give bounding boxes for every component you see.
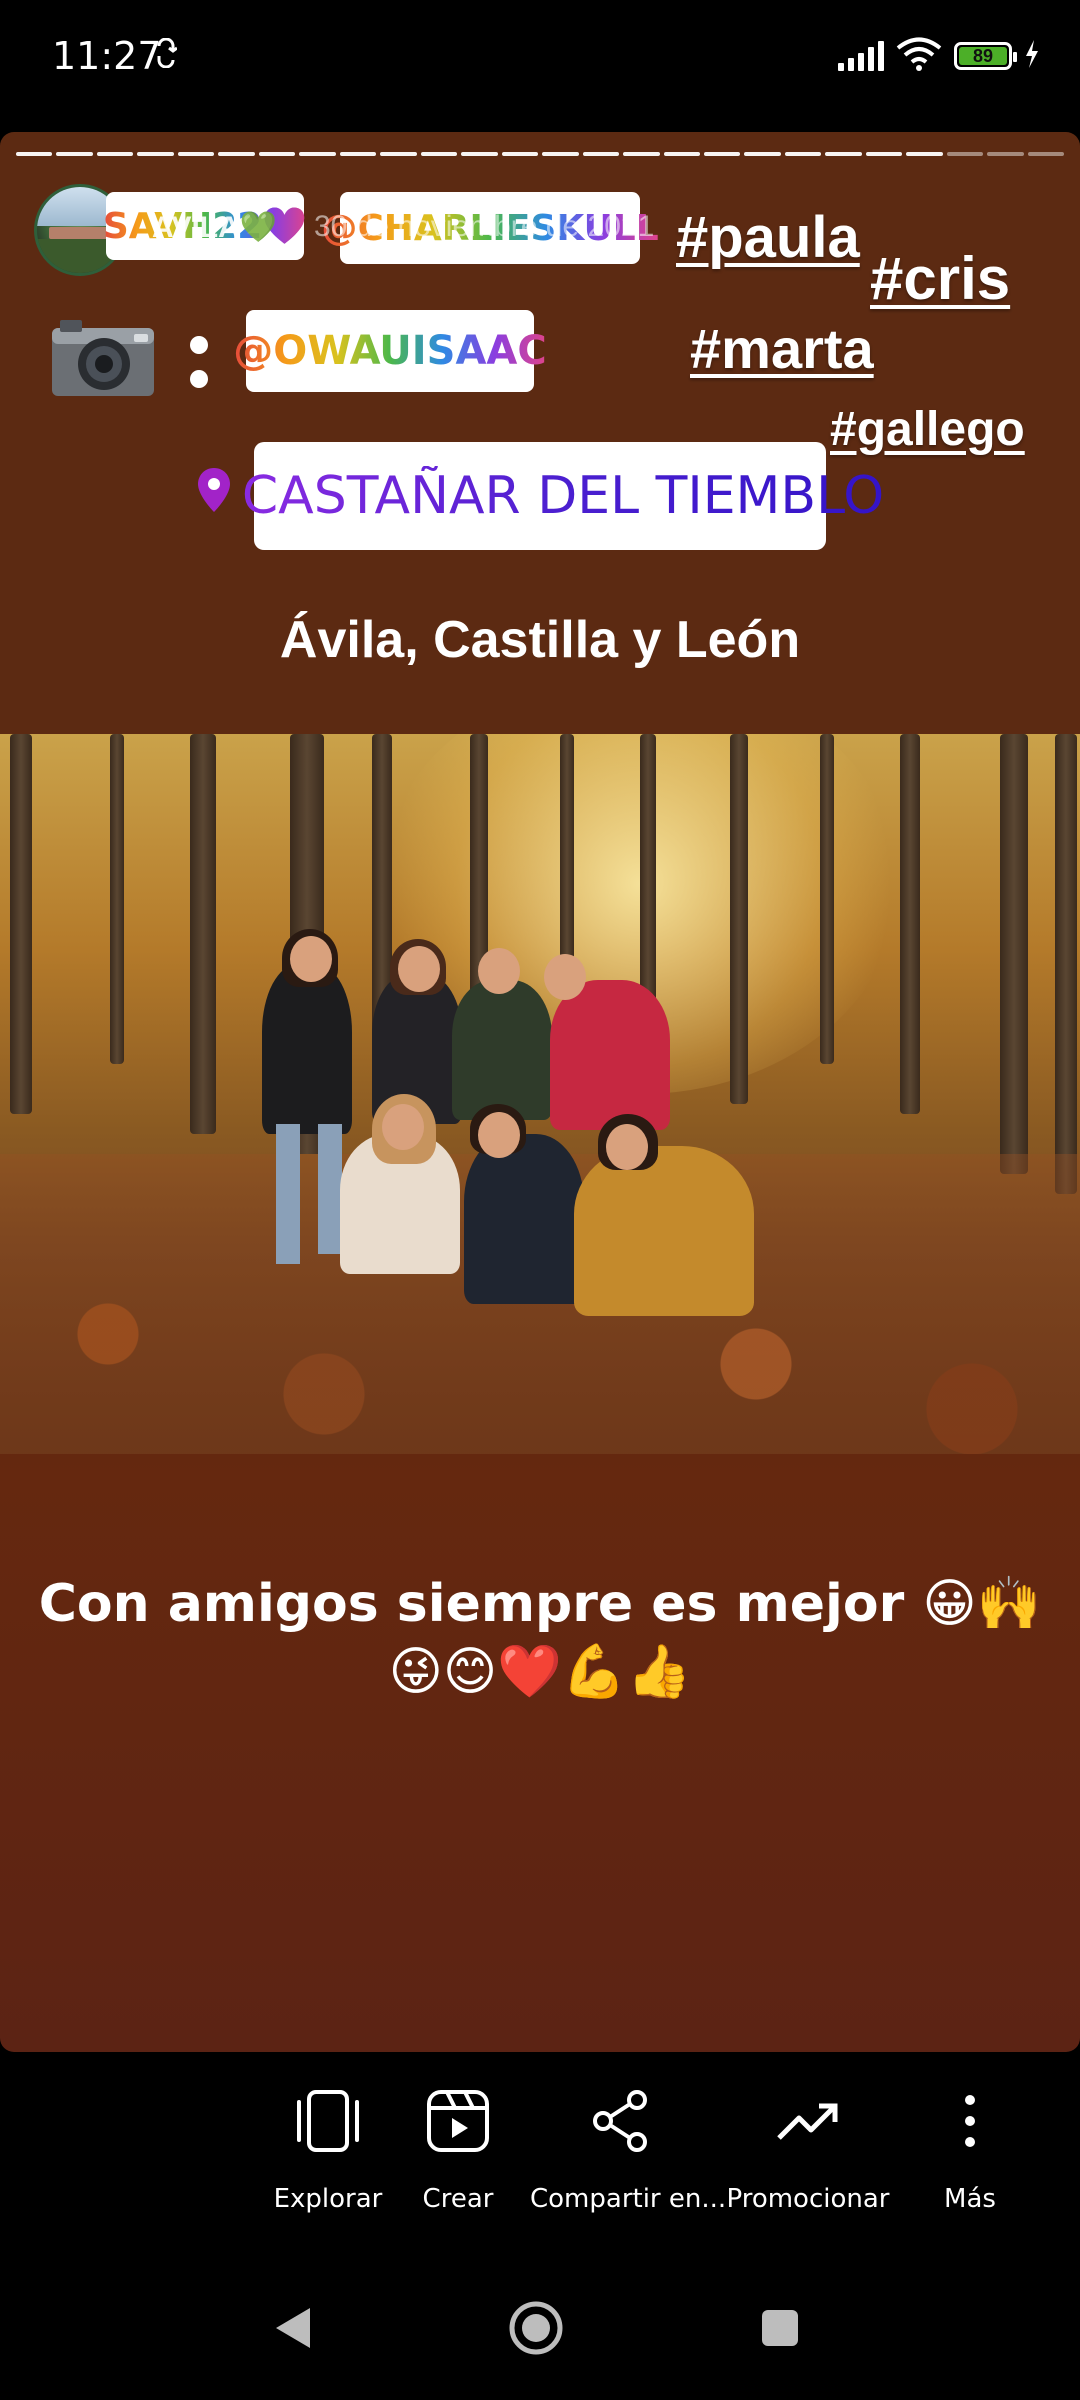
caption-line-1: Con amigos siempre es mejor 😀🙌: [38, 1574, 1042, 1634]
story-card[interactable]: SAVH22💚 @CHARLIESKULL AVILA💚 30 de novie…: [0, 132, 1080, 2052]
progress-segment: [218, 152, 255, 156]
explore-label: Explorar: [273, 2184, 383, 2214]
progress-segment: [744, 152, 781, 156]
mention-sticker-owau[interactable]: @OWAUISAAC: [233, 310, 547, 392]
story-action-bar: Explorar Crear Compartir en... Promocion…: [0, 2052, 1080, 2252]
system-nav-bar: [0, 2252, 1080, 2400]
story-progress-bar: [16, 152, 1065, 156]
story-caption: Con amigos siempre es mejor 😀🙌 😜😊❤️💪👍: [0, 1570, 1080, 1706]
camera-icon: [48, 316, 158, 400]
progress-segment: [137, 152, 174, 156]
progress-segment: [461, 152, 498, 156]
hashtag-marta[interactable]: #marta: [690, 316, 874, 381]
more-label: Más: [944, 2184, 996, 2214]
hashtag-gallego[interactable]: #gallego: [830, 402, 1025, 457]
progress-segment: [380, 152, 417, 156]
place-title: Ávila, Castilla y León: [279, 611, 801, 669]
location-sticker[interactable]: CASTAÑAR DEL TIEMBLO: [197, 442, 884, 550]
progress-segment: [56, 152, 93, 156]
progress-segment: [16, 152, 53, 156]
more-vertical-icon: [965, 2095, 975, 2147]
progress-segment: [420, 152, 458, 156]
progress-segment: [501, 152, 539, 156]
promote-label: Promocionar: [726, 2184, 890, 2214]
wifi-icon: [896, 37, 942, 76]
signal-icon: [838, 41, 884, 71]
story-username[interactable]: AVILA💚: [152, 210, 277, 245]
progress-segment: [623, 152, 660, 156]
back-icon[interactable]: [270, 2304, 314, 2357]
create-button[interactable]: Crear: [408, 2088, 508, 2214]
progress-segment: [987, 152, 1024, 156]
promote-button[interactable]: Promocionar: [724, 2088, 892, 2214]
progress-segment: [1027, 152, 1065, 156]
battery-icon: 89: [954, 42, 1017, 70]
charging-icon: [1024, 39, 1040, 73]
reel-icon: [427, 2090, 489, 2152]
progress-segment: [258, 152, 296, 156]
trending-icon: [777, 2103, 838, 2140]
explore-button[interactable]: Explorar: [268, 2088, 388, 2214]
progress-segment: [784, 152, 822, 156]
progress-segment: [946, 152, 984, 156]
progress-segment: [582, 152, 620, 156]
home-icon[interactable]: [508, 2300, 564, 2361]
colon-glyph: [186, 318, 212, 398]
progress-segment: [177, 152, 215, 156]
status-bar: 11:27 89: [0, 0, 1080, 120]
phone-frame-icon: [297, 2090, 359, 2152]
progress-segment: [663, 152, 700, 156]
more-button[interactable]: Más: [920, 2088, 1020, 2214]
status-time: 11:27: [52, 34, 162, 78]
story-photo: [0, 734, 1080, 1454]
progress-segment: [542, 152, 579, 156]
progress-segment: [825, 152, 862, 156]
progress-segment: [865, 152, 903, 156]
recents-icon[interactable]: [760, 2308, 800, 2353]
progress-segment: [339, 152, 377, 156]
battery-level: 89: [959, 46, 1007, 66]
sync-icon: [155, 37, 178, 76]
progress-segment: [906, 152, 943, 156]
progress-segment: [96, 152, 134, 156]
create-label: Crear: [422, 2184, 494, 2214]
hashtag-paula[interactable]: #paula: [676, 204, 860, 271]
story-date: 30 de noviembre de 2021: [314, 210, 655, 243]
share-icon: [593, 2090, 647, 2152]
share-button[interactable]: Compartir en...: [530, 2088, 727, 2214]
share-label: Compartir en...: [530, 2184, 727, 2214]
hashtag-cris[interactable]: #cris: [870, 244, 1010, 313]
progress-segment: [703, 152, 741, 156]
progress-segment: [299, 152, 336, 156]
location-pin-icon: [196, 466, 232, 526]
caption-line-2: 😜😊❤️💪👍: [388, 1642, 692, 1702]
